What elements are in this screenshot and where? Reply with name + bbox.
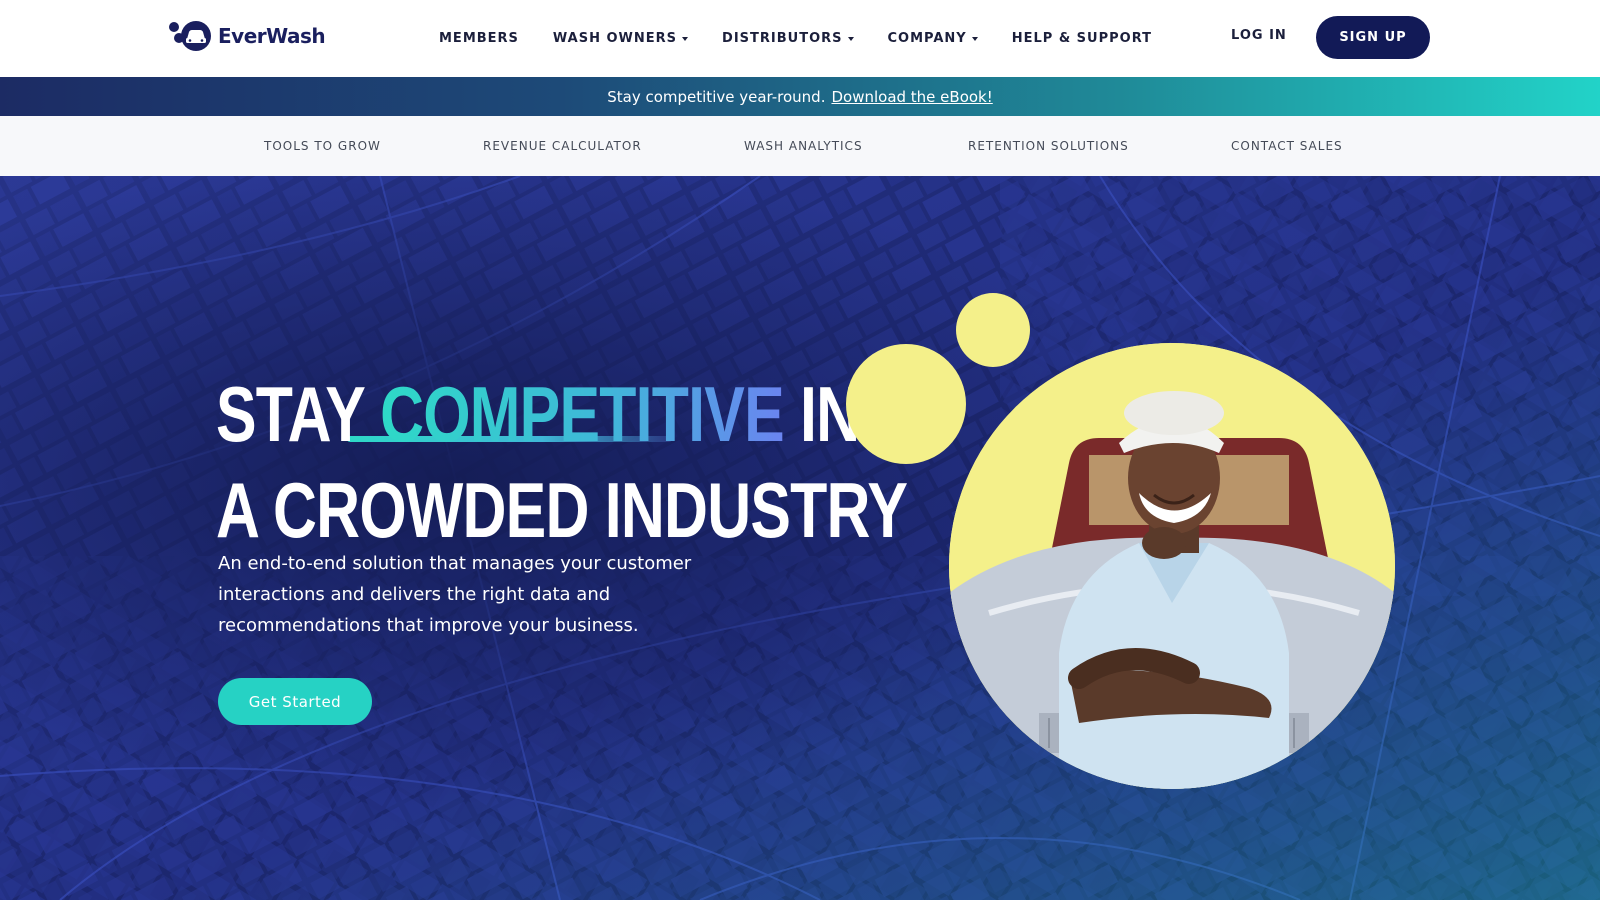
subnav-item-wash-analytics[interactable]: WASH ANALYTICS: [744, 139, 863, 153]
nav-label: COMPANY: [887, 31, 967, 46]
sub-nav: TOOLS TO GROW REVENUE CALCULATOR WASH AN…: [0, 116, 1600, 176]
nav-label: WASH OWNERS: [552, 31, 678, 46]
nav-item-wash-owners[interactable]: WASH OWNERS: [552, 31, 689, 46]
hero-headline: STAY COMPETITIVE IN A CROWDED INDUSTRY: [216, 366, 908, 558]
site-header: EverWash MEMBERS WASH OWNERS DISTRIBUTOR…: [0, 0, 1600, 77]
banner-ebook-link[interactable]: Download the eBook!: [831, 88, 992, 106]
signup-button[interactable]: SIGN UP: [1316, 16, 1430, 59]
promo-banner: Stay competitive year-round. Download th…: [0, 77, 1600, 116]
nav-item-company[interactable]: COMPANY: [888, 31, 978, 46]
caret-down-icon: [682, 36, 689, 41]
decorative-yellow-dot-small: [956, 293, 1030, 367]
headline-line-1: STAY COMPETITIVE IN: [216, 366, 907, 462]
headline-accent-word: COMPETITIVE: [380, 370, 785, 458]
nav-item-distributors[interactable]: DISTRIBUTORS: [722, 31, 854, 46]
everwash-logo-icon: [169, 21, 211, 51]
nav-label: MEMBERS: [439, 31, 519, 46]
get-started-button[interactable]: Get Started: [218, 678, 372, 725]
caret-down-icon: [971, 36, 978, 41]
hero-photo-circle: [949, 343, 1395, 789]
hero-section: STAY COMPETITIVE IN A CROWDED INDUSTRY A…: [0, 176, 1600, 900]
hero-subtext: An end-to-end solution that manages your…: [218, 553, 692, 636]
logo-text: EverWash: [218, 24, 326, 48]
decorative-yellow-dot-large: [846, 344, 966, 464]
subnav-item-retention-solutions[interactable]: RETENTION SOLUTIONS: [968, 139, 1129, 153]
caret-down-icon: [847, 36, 854, 41]
login-link[interactable]: LOG IN: [1231, 28, 1287, 43]
nav-label: HELP & SUPPORT: [1011, 31, 1152, 46]
nav-label: DISTRIBUTORS: [722, 31, 843, 46]
headline-line-2: A CROWDED INDUSTRY: [216, 466, 908, 554]
headline-word-stay: STAY: [216, 370, 365, 458]
banner-text: Stay competitive year-round.: [607, 87, 826, 106]
man-with-convertible-illustration: [949, 343, 1395, 789]
logo-link[interactable]: EverWash: [168, 19, 326, 53]
subnav-item-tools-to-grow[interactable]: TOOLS TO GROW: [264, 139, 381, 153]
nav-item-help-support[interactable]: HELP & SUPPORT: [1012, 31, 1152, 46]
subnav-item-contact-sales[interactable]: CONTACT SALES: [1231, 139, 1343, 153]
nav-item-members[interactable]: MEMBERS: [439, 31, 519, 46]
main-nav: MEMBERS WASH OWNERS DISTRIBUTORS COMPANY…: [439, 0, 1152, 77]
subnav-item-revenue-calculator[interactable]: REVENUE CALCULATOR: [483, 139, 642, 153]
